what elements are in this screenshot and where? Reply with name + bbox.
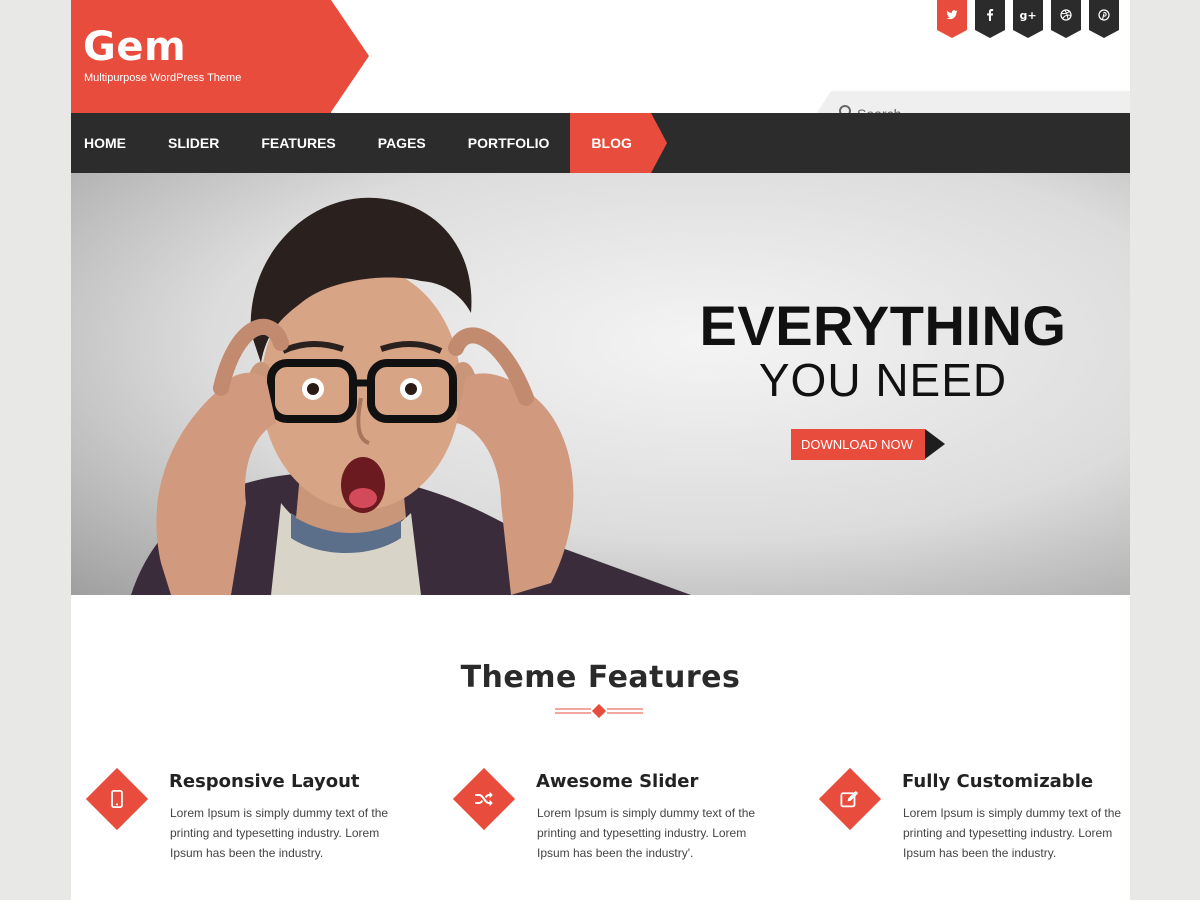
download-now-button[interactable]: DOWNLOAD NOW [791,429,945,460]
site-tagline: Multipurpose WordPress Theme [84,72,242,84]
site-logo[interactable]: Gem Multipurpose WordPress Theme [71,0,331,113]
page: Gem Multipurpose WordPress Theme g+ HOME… [71,0,1130,900]
feature-awesome-slider: Awesome Slider Lorem Ipsum is simply dum… [438,767,778,878]
twitter-icon[interactable] [937,0,967,38]
feature-title: Fully Customizable [902,771,1094,792]
hero-slider: EVERYTHING YOU NEED DOWNLOAD NOW [71,173,1130,595]
hero-person-image [131,197,691,595]
feature-title: Awesome Slider [536,771,699,792]
feature-text: Lorem Ipsum is simply dummy text of the … [903,806,1122,860]
pinterest-icon[interactable] [1089,0,1119,38]
nav-item-features[interactable]: FEATURES [240,113,356,173]
site-title[interactable]: Gem [83,24,186,70]
feature-title: Responsive Layout [169,771,360,792]
social-links: g+ [937,0,1119,38]
feature-text: Lorem Ipsum is simply dummy text of the … [537,806,756,860]
nav-item-slider[interactable]: SLIDER [147,113,240,173]
feature-text: Lorem Ipsum is simply dummy text of the … [170,806,389,860]
nav-item-home[interactable]: HOME [71,113,147,173]
hero-subheadline: YOU NEED [758,354,1008,406]
features-heading: Theme Features [460,660,741,695]
google-plus-icon[interactable]: g+ [1013,0,1043,38]
edit-icon [828,777,872,821]
logo-arrow-decoration [331,0,369,112]
dribbble-icon[interactable] [1051,0,1081,38]
facebook-icon[interactable] [975,0,1005,38]
nav-item-pages[interactable]: PAGES [357,113,447,173]
feature-responsive-layout: Responsive Layout Lorem Ipsum is simply … [71,767,411,878]
feature-fully-customizable: Fully Customizable Lorem Ipsum is simply… [804,767,1130,878]
mobile-icon [95,777,139,821]
hero-headline: EVERYTHING [699,294,1067,357]
heading-divider [555,704,643,718]
main-navigation: HOME SLIDER FEATURES PAGES PORTFOLIO BLO… [71,113,1130,173]
nav-item-portfolio[interactable]: PORTFOLIO [447,113,571,173]
nav-item-blog[interactable]: BLOG [570,113,668,173]
shuffle-icon [462,777,506,821]
